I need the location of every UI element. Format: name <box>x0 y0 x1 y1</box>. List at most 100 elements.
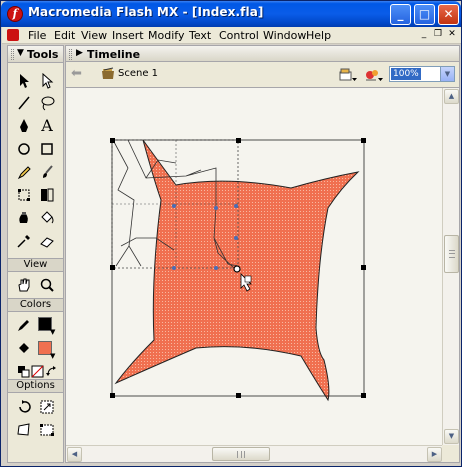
fill-color-swatch[interactable]: ▼ <box>36 339 58 361</box>
horizontal-scroll-thumb[interactable] <box>212 447 270 461</box>
window-title: Macromedia Flash MX - [Index.fla] <box>28 5 264 19</box>
minimize-button[interactable]: _ <box>390 4 411 25</box>
thumb-grip-line <box>241 451 242 458</box>
pencil-tool[interactable] <box>13 161 35 183</box>
vertical-scrollbar[interactable]: ▲ ▼ <box>442 88 459 446</box>
edit-scene-button[interactable] <box>364 66 384 84</box>
scale-option-button[interactable] <box>36 396 58 418</box>
envelope-icon <box>40 424 54 436</box>
horizontal-scrollbar[interactable]: ◀ ▶ <box>66 445 443 462</box>
subselect-tool[interactable] <box>36 70 58 92</box>
tools-panel-header[interactable]: ▼ Tools <box>8 46 63 63</box>
eyedropper-icon <box>17 235 30 248</box>
zoom-select[interactable]: 100% ▼ <box>389 66 455 82</box>
thumb-grip-line <box>449 253 455 254</box>
pen-tool[interactable] <box>13 115 35 137</box>
timeline-panel-header[interactable]: ▶ Timeline <box>65 45 460 62</box>
free-transform-tool[interactable] <box>13 184 35 206</box>
view-section-label: View <box>8 258 63 272</box>
lasso-tool[interactable] <box>36 92 58 114</box>
close-button[interactable]: ✕ <box>438 4 459 25</box>
fill-bucket-icon <box>19 343 29 353</box>
fill-transform-icon <box>41 188 54 202</box>
stroke-pencil-icon <box>18 320 29 331</box>
options-section-label: Options <box>8 379 63 393</box>
doc-restore-button[interactable]: ❐ <box>432 29 444 40</box>
expand-arrow-icon[interactable]: ▶ <box>76 48 83 58</box>
flash-app-icon[interactable]: f <box>7 6 23 22</box>
envelope-option-button[interactable] <box>36 419 58 441</box>
scene-icon <box>102 67 114 79</box>
menu-bar: File Edit View Insert Modify Text Contro… <box>2 27 461 44</box>
thumb-grip-icon <box>449 250 455 258</box>
scroll-right-button[interactable]: ▶ <box>427 447 442 462</box>
fill-transform-tool[interactable] <box>36 184 58 206</box>
vertical-scroll-thumb[interactable] <box>444 235 459 273</box>
eraser-tool[interactable] <box>36 230 58 252</box>
grip-icon[interactable] <box>11 49 14 60</box>
swatch-dropdown-icon: ▼ <box>50 328 56 336</box>
line-tool[interactable] <box>13 92 35 114</box>
arrow-icon <box>20 74 29 88</box>
back-arrow-icon[interactable]: ⬅ <box>71 66 82 81</box>
edit-bar: ⬅ Scene 1 100% ▼ <box>65 62 460 87</box>
chevron-down-icon[interactable]: ▼ <box>440 67 454 81</box>
stage[interactable] <box>66 88 443 446</box>
menu-file[interactable]: File <box>28 29 46 42</box>
maximize-button[interactable]: □ <box>414 4 435 25</box>
rotate-icon <box>19 400 31 413</box>
stage-canvas[interactable] <box>66 88 443 446</box>
title-bar[interactable]: f Macromedia Flash MX - [Index.fla] _ □ … <box>1 1 461 27</box>
colors-section-label: Colors <box>8 298 63 312</box>
collapse-arrow-icon[interactable]: ▼ <box>17 48 24 58</box>
menu-insert[interactable]: Insert <box>112 29 144 42</box>
flash-window: f Macromedia Flash MX - [Index.fla] _ □ … <box>0 0 462 467</box>
grip-icon[interactable] <box>69 49 72 60</box>
menu-text[interactable]: Text <box>189 29 211 42</box>
swap-colors-icon <box>46 366 56 376</box>
pencil-icon <box>17 166 31 180</box>
eyedropper-tool[interactable] <box>13 230 35 252</box>
stroke-color-label <box>13 314 35 336</box>
ink-bottle-tool[interactable] <box>13 207 35 229</box>
zoom-value: 100% <box>391 68 421 80</box>
oval-tool[interactable] <box>13 138 35 160</box>
distort-icon <box>17 423 30 436</box>
distort-option-button[interactable] <box>13 419 35 441</box>
swatch-dropdown-icon: ▼ <box>50 352 56 360</box>
scroll-down-button[interactable]: ▼ <box>444 429 459 444</box>
stage-area: ▲ ▼ ◀ ▶ <box>65 87 460 463</box>
scroll-left-button[interactable]: ◀ <box>67 447 82 462</box>
rectangle-tool[interactable] <box>36 138 58 160</box>
doc-close-button[interactable]: ✕ <box>446 29 458 40</box>
doc-minimize-button[interactable]: _ <box>418 29 430 40</box>
paint-bucket-tool[interactable] <box>36 207 58 229</box>
lasso-icon <box>41 96 55 111</box>
free-transform-icon <box>18 189 30 201</box>
stroke-color-swatch[interactable]: ▼ <box>36 315 58 337</box>
hand-icon <box>18 278 30 292</box>
tools-panel-title: Tools <box>27 48 59 61</box>
line-icon <box>18 96 30 110</box>
menu-modify[interactable]: Modify <box>148 29 184 42</box>
menu-window[interactable]: Window <box>263 29 306 42</box>
menu-control[interactable]: Control <box>219 29 259 42</box>
scrollbar-corner <box>442 445 459 462</box>
edit-symbols-button[interactable] <box>338 66 358 84</box>
scene-label[interactable]: Scene 1 <box>118 68 158 79</box>
brush-tool[interactable] <box>36 161 58 183</box>
zoom-tool[interactable] <box>36 274 58 296</box>
menu-view[interactable]: View <box>81 29 107 42</box>
timeline-title: Timeline <box>87 48 141 61</box>
snap-option-button[interactable] <box>13 396 35 418</box>
menu-edit[interactable]: Edit <box>54 29 75 42</box>
ink-bottle-icon <box>19 212 28 223</box>
tools-panel: ▼ Tools A View Colors ▼ ▼ Options <box>7 45 64 463</box>
document-icon[interactable] <box>7 29 19 41</box>
rectangle-icon <box>41 143 53 155</box>
arrow-tool[interactable] <box>13 70 35 92</box>
scroll-up-button[interactable]: ▲ <box>444 89 459 104</box>
menu-help[interactable]: Help <box>306 29 331 42</box>
text-tool[interactable]: A <box>36 115 58 137</box>
hand-tool[interactable] <box>13 274 35 296</box>
